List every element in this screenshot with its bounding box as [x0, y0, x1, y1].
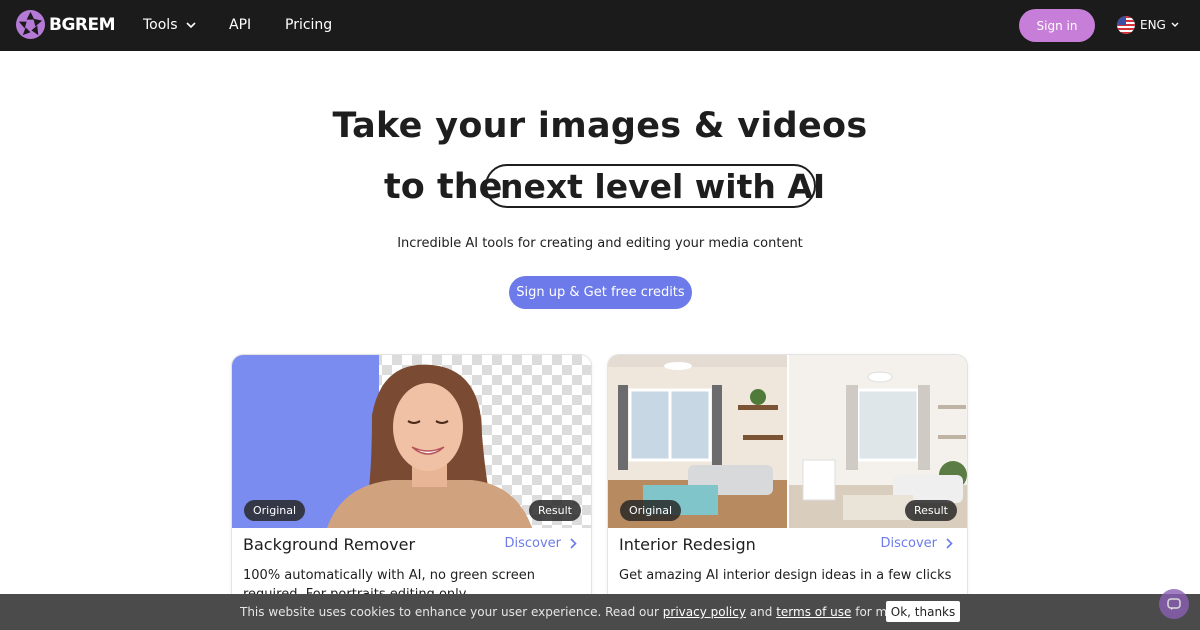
cookie-text: This website uses cookies to enhance you…	[240, 605, 907, 619]
chevron-down-icon	[1171, 22, 1179, 27]
card-description: Get amazing AI interior design ideas in …	[619, 568, 952, 583]
discover-label: Discover	[880, 536, 937, 551]
language-selector[interactable]: ENG	[1117, 16, 1179, 34]
discover-link[interactable]: Discover	[504, 536, 577, 551]
language-label: ENG	[1140, 18, 1166, 32]
tool-card-interior-redesign[interactable]: Original Result Interior Redesign Discov…	[607, 354, 968, 630]
chat-icon	[1167, 598, 1181, 610]
chat-widget-button[interactable]	[1159, 589, 1189, 619]
brand-name: BGREM	[49, 14, 116, 35]
tag-result: Result	[905, 500, 957, 521]
nav-tools-label: Tools	[143, 17, 178, 33]
tag-original: Original	[244, 500, 306, 521]
card-title: Background Remover	[243, 535, 416, 554]
nav-tools[interactable]: Tools	[143, 16, 196, 34]
tag-original: Original	[620, 500, 682, 521]
cookie-banner: This website uses cookies to enhance you…	[0, 594, 1200, 630]
hero-highlight-pill: next level with AI	[485, 164, 825, 208]
cookie-and: and	[749, 605, 773, 619]
logo[interactable]: BGREM	[15, 9, 116, 40]
hero-highlight-text: next level with AI	[500, 166, 826, 206]
card-title: Interior Redesign	[619, 535, 756, 554]
terms-of-use-link[interactable]: terms of use	[776, 605, 851, 619]
nav-pricing-label: Pricing	[285, 17, 333, 33]
chevron-right-icon	[946, 538, 953, 549]
discover-link[interactable]: Discover	[880, 536, 953, 551]
cookie-accept-button[interactable]: Ok, thanks	[886, 601, 960, 622]
card-image-interior-redesign: Original Result	[608, 355, 967, 528]
top-navbar: BGREM Tools API Pricing Sign in ENG	[0, 0, 1200, 51]
card-image-background-remover: Original Result	[232, 355, 591, 528]
hero-title-line1: Take your images & videos	[332, 106, 868, 146]
nav-api-label: API	[229, 17, 252, 33]
nav-api[interactable]: API	[229, 16, 251, 34]
tool-card-background-remover[interactable]: Original Result Background Remover Disco…	[231, 354, 592, 630]
privacy-policy-link[interactable]: privacy policy	[663, 605, 746, 619]
aperture-logo-icon	[15, 9, 46, 40]
cookie-text-before: This website uses cookies to enhance you…	[240, 605, 659, 619]
hero-subtitle: Incredible AI tools for creating and edi…	[397, 236, 803, 251]
us-flag-icon	[1117, 16, 1135, 34]
chevron-down-icon	[185, 21, 196, 28]
signup-cta-button[interactable]: Sign up & Get free credits	[509, 276, 692, 309]
chevron-right-icon	[570, 538, 577, 549]
sign-in-button[interactable]: Sign in	[1019, 9, 1095, 42]
nav-pricing[interactable]: Pricing	[285, 16, 332, 34]
discover-label: Discover	[504, 536, 561, 551]
tag-result: Result	[529, 500, 581, 521]
